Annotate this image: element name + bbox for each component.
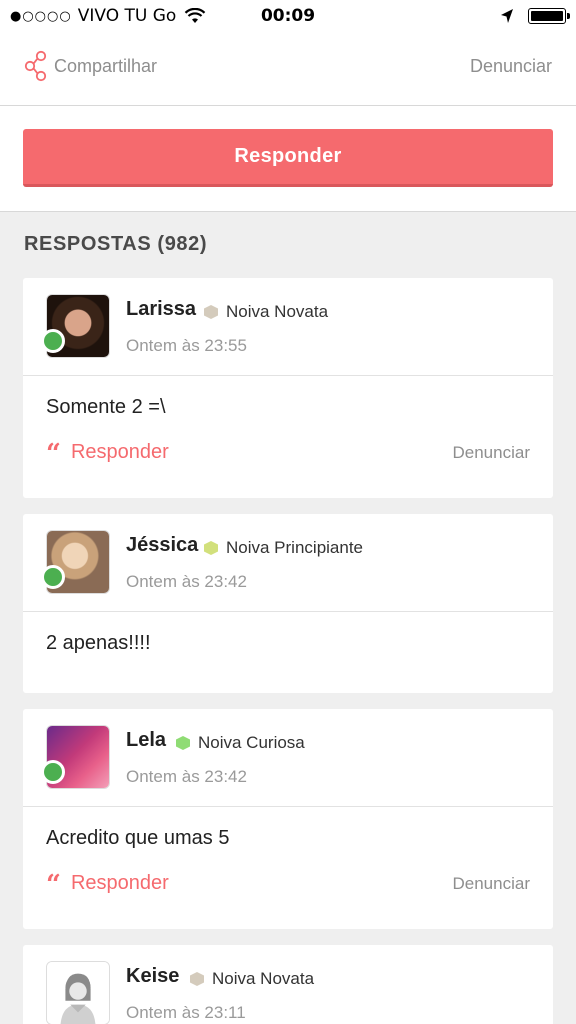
default-avatar-icon: [47, 962, 109, 1024]
response-header: Larissa Noiva Novata Ontem às 23:55: [23, 278, 553, 376]
quote-icon: “: [46, 869, 61, 900]
response-card: Larissa Noiva Novata Ontem às 23:55 Some…: [23, 278, 553, 498]
rank-badge-icon: [204, 541, 218, 555]
online-status-icon: [41, 565, 65, 589]
response-header: Lela Noiva Curiosa Ontem às 23:42: [23, 709, 553, 807]
quote-icon: “: [46, 438, 61, 469]
user-rank: Noiva Novata: [190, 969, 314, 989]
response-card: Jéssica Noiva Principiante Ontem às 23:4…: [23, 514, 553, 693]
response-text: 2 apenas!!!!: [46, 632, 151, 654]
report-button[interactable]: Denunciar: [470, 56, 552, 77]
reply-label: Responder: [70, 872, 169, 894]
reply-label: Responder: [70, 441, 169, 463]
rank-label: Noiva Novata: [226, 302, 329, 321]
rank-label: Noiva Curiosa: [198, 733, 305, 752]
avatar[interactable]: [46, 961, 110, 1024]
respond-section: Responder: [0, 106, 576, 212]
response-header: Keise Noiva Novata Ontem às 23:11: [23, 945, 553, 1024]
share-icon: [24, 50, 47, 82]
reply-button[interactable]: “ Responder: [46, 438, 169, 469]
post-time: Ontem às 23:55: [126, 336, 247, 355]
avatar[interactable]: [41, 530, 110, 594]
reply-button[interactable]: “ Responder: [46, 869, 169, 900]
response-card: Keise Noiva Novata Ontem às 23:11: [23, 945, 553, 1024]
report-response-button[interactable]: Denunciar: [453, 443, 531, 463]
post-time: Ontem às 23:42: [126, 767, 247, 786]
report-response-button[interactable]: Denunciar: [453, 874, 531, 894]
response-header: Jéssica Noiva Principiante Ontem às 23:4…: [23, 514, 553, 612]
location-arrow-icon: [501, 9, 513, 23]
rank-badge-icon: [176, 736, 190, 750]
online-status-icon: [41, 329, 65, 353]
battery-icon: [528, 8, 570, 24]
rank-label: Noiva Principiante: [226, 538, 364, 557]
user-rank: Noiva Curiosa: [176, 733, 305, 753]
action-toolbar: Compartilhar Denunciar: [0, 32, 576, 106]
response-text: Acredito que umas 5: [46, 827, 230, 849]
post-time: Ontem às 23:11: [126, 1003, 246, 1022]
author-name[interactable]: Keise: [126, 965, 179, 988]
avatar[interactable]: [41, 294, 110, 358]
share-button[interactable]: Compartilhar: [24, 50, 157, 82]
responses-title: RESPOSTAS (982): [24, 233, 208, 255]
avatar[interactable]: [41, 725, 110, 789]
user-rank: Noiva Principiante: [204, 538, 363, 558]
rank-label: Noiva Novata: [212, 969, 315, 988]
user-rank: Noiva Novata: [204, 302, 328, 322]
rank-badge-icon: [204, 305, 218, 319]
online-status-icon: [41, 760, 65, 784]
author-name[interactable]: Lela: [126, 729, 166, 752]
rank-badge-icon: [190, 972, 204, 986]
response-text: Somente 2 =\: [46, 396, 166, 418]
respond-button[interactable]: Responder: [23, 129, 553, 187]
author-name[interactable]: Larissa: [126, 298, 196, 321]
response-card: Lela Noiva Curiosa Ontem às 23:42 Acredi…: [23, 709, 553, 929]
status-clock: 00:09: [260, 6, 316, 26]
post-time: Ontem às 23:42: [126, 572, 247, 591]
share-label: Compartilhar: [54, 55, 158, 76]
author-name[interactable]: Jéssica: [126, 534, 198, 557]
status-bar: ●○○○○ VIVO TU Go 00:09: [0, 0, 576, 32]
